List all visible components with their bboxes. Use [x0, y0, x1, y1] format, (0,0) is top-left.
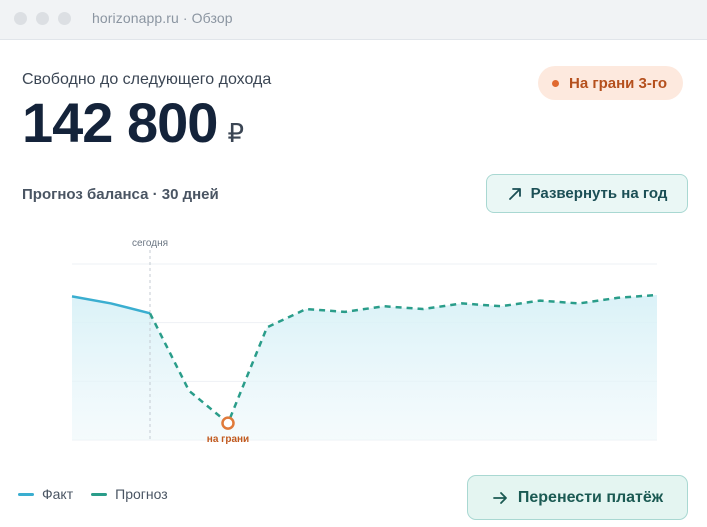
summary-amount: 142 800 ₽ [22, 90, 244, 154]
amount-value: 142 800 [22, 91, 218, 154]
legend-swatch-fact [18, 492, 34, 496]
balance-area [72, 294, 657, 440]
edge-marker-label: на грани [207, 434, 249, 445]
currency-symbol: ₽ [227, 118, 244, 148]
window-maximize-dot[interactable] [58, 12, 71, 25]
status-badge: На грани 3-го [538, 66, 684, 100]
status-badge-label: На грани 3-го [569, 74, 668, 92]
expand-year-label: Развернуть на год [530, 185, 668, 202]
move-payment-label: Перенести платёж [517, 488, 664, 506]
status-dot-icon [552, 79, 559, 87]
arrow-up-right-icon [508, 187, 521, 200]
window-close-dot[interactable] [14, 12, 27, 25]
balance-forecast-chart: сегодня на грани [71, 238, 658, 445]
chart-legend: Факт Прогноз [18, 486, 186, 502]
window-minimize-dot[interactable] [36, 12, 49, 25]
window-titlebar: horizonapp.ru · Обзор [0, 0, 707, 40]
summary-title: Свободно до следующего дохода [22, 71, 272, 88]
edge-marker[interactable] [221, 416, 235, 430]
legend-label-forecast: Прогноз [115, 486, 168, 502]
legend-label-fact: Факт [42, 486, 74, 502]
expand-year-button[interactable]: Развернуть на год [486, 174, 688, 213]
legend-swatch-forecast [91, 492, 108, 496]
address-url: horizonapp.ru · Обзор [92, 10, 233, 26]
move-payment-button[interactable]: Перенести платёж [467, 475, 688, 520]
forecast-label: Прогноз баланса · 30 дней [22, 186, 219, 203]
legend-item-fact: Факт [18, 486, 73, 502]
legend-item-forecast: Прогноз [91, 486, 168, 502]
today-label: сегодня [132, 238, 168, 249]
arrow-right-icon [492, 491, 507, 504]
